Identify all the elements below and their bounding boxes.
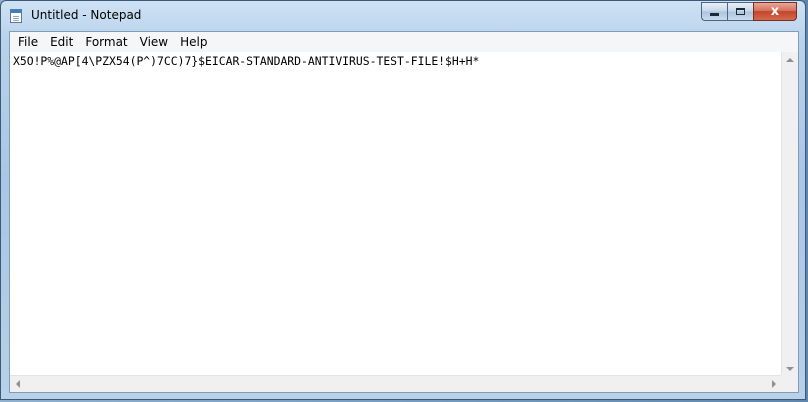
minimize-button[interactable]: [701, 2, 727, 21]
close-button[interactable]: x: [753, 2, 797, 21]
editor-content[interactable]: X5O!P%@AP[4\PZX54(P^)7CC)7}$EICAR-STANDA…: [13, 54, 479, 68]
close-icon: x: [770, 4, 780, 19]
minimize-icon: [710, 13, 719, 16]
scroll-down-icon[interactable]: [786, 367, 794, 371]
menu-help[interactable]: Help: [174, 32, 213, 52]
scroll-right-icon[interactable]: [772, 380, 776, 388]
scroll-up-icon[interactable]: [786, 58, 794, 62]
notepad-icon[interactable]: [10, 9, 22, 23]
text-editor[interactable]: X5O!P%@AP[4\PZX54(P^)7CC)7}$EICAR-STANDA…: [10, 52, 782, 377]
menu-format[interactable]: Format: [79, 32, 133, 52]
window-title: Untitled - Notepad: [31, 8, 142, 22]
menu-edit[interactable]: Edit: [44, 32, 79, 52]
horizontal-scrollbar[interactable]: [10, 375, 782, 392]
notepad-window: Untitled - Notepad x File Edit Format Vi…: [0, 0, 806, 400]
menu-bar: File Edit Format View Help: [10, 32, 798, 53]
maximize-icon: [736, 8, 745, 15]
caption-buttons: x: [701, 2, 797, 21]
menu-view[interactable]: View: [134, 32, 174, 52]
client-area: File Edit Format View Help X5O!P%@AP[4\P…: [9, 31, 799, 393]
vertical-scrollbar[interactable]: [781, 52, 798, 377]
title-bar[interactable]: Untitled - Notepad x: [1, 1, 805, 31]
scrollbar-corner: [781, 375, 798, 392]
menu-file[interactable]: File: [12, 32, 44, 52]
maximize-button[interactable]: [727, 2, 753, 21]
scroll-left-icon[interactable]: [16, 380, 20, 388]
